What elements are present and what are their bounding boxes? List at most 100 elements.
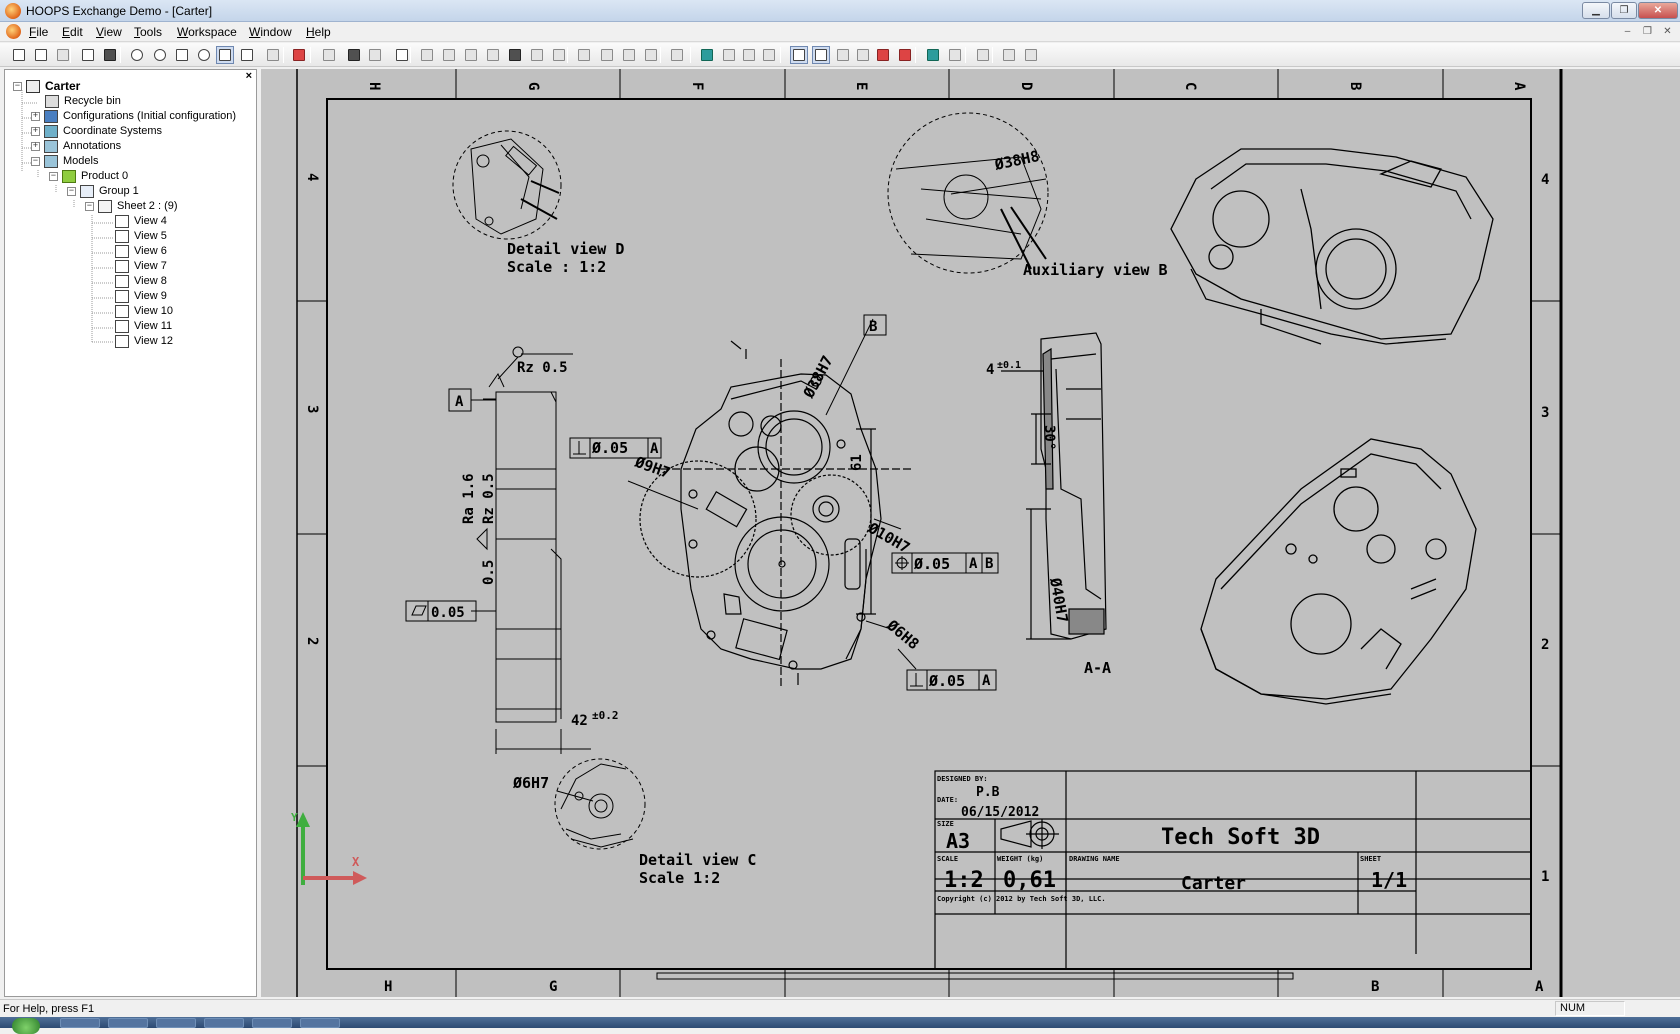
- toolbar-button-icon[interactable]: [550, 46, 568, 64]
- toolbar-button-icon[interactable]: [128, 46, 146, 64]
- menu-workspace[interactable]: Workspace: [177, 25, 237, 39]
- zone-right-2: 2: [1541, 637, 1549, 653]
- toolbar-button-icon[interactable]: [620, 46, 638, 64]
- menu-file[interactable]: File: [29, 25, 48, 39]
- toolbar-button-icon[interactable]: [854, 46, 872, 64]
- tree-item-view-7[interactable]: View 7: [115, 258, 167, 274]
- toolbar-button-icon[interactable]: [10, 46, 28, 64]
- toolbar-button-icon[interactable]: [924, 46, 942, 64]
- collapse-icon[interactable]: −: [13, 81, 22, 91]
- taskbar-item[interactable]: [252, 1018, 292, 1028]
- tree-item-view-6[interactable]: View 6: [115, 243, 167, 259]
- toolbar-button-icon[interactable]: [440, 46, 458, 64]
- mdi-close-button[interactable]: ✕: [1660, 25, 1675, 39]
- perp005b-tol: Ø.05: [928, 672, 965, 690]
- minimize-button[interactable]: ▁: [1582, 2, 1610, 19]
- toolbar-glyph-icon: [977, 49, 989, 61]
- mdi-restore-button[interactable]: ❐: [1640, 25, 1655, 39]
- toolbar-button-icon[interactable]: [575, 46, 593, 64]
- toolbar-button-icon[interactable]: [393, 46, 411, 64]
- mdi-minimize-button[interactable]: –: [1620, 25, 1635, 39]
- taskbar-item[interactable]: [60, 1018, 100, 1028]
- toolbar-button-icon[interactable]: [151, 46, 169, 64]
- collapse-icon[interactable]: −: [67, 186, 76, 196]
- toolbar-button-icon[interactable]: [946, 46, 964, 64]
- expand-icon[interactable]: +: [31, 126, 40, 136]
- toolbar-button-icon[interactable]: [874, 46, 892, 64]
- tree-item-annotations[interactable]: + Annotations: [31, 138, 121, 154]
- menu-edit[interactable]: Edit: [62, 25, 83, 39]
- toolbar-separator: [120, 47, 121, 63]
- start-button[interactable]: [12, 1018, 40, 1034]
- toolbar-button-icon[interactable]: [528, 46, 546, 64]
- toolbar-button-icon[interactable]: [264, 46, 282, 64]
- tree-item-view-10[interactable]: View 10: [115, 303, 173, 319]
- toolbar-button-icon[interactable]: [462, 46, 480, 64]
- tree-item-view-5[interactable]: View 5: [115, 228, 167, 244]
- toolbar-button-icon[interactable]: [216, 46, 234, 64]
- toolbar-button-icon[interactable]: [173, 46, 191, 64]
- toolbar-button-icon[interactable]: [1022, 46, 1040, 64]
- tree-item-view-11[interactable]: View 11: [115, 318, 172, 334]
- expand-icon[interactable]: +: [31, 111, 40, 121]
- toolbar-button-icon[interactable]: [1000, 46, 1018, 64]
- tree-item-configurations[interactable]: + Configurations (Initial configuration): [31, 108, 236, 124]
- toolbar-button-icon[interactable]: [418, 46, 436, 64]
- tree-item-group-1[interactable]: − Group 1: [67, 183, 139, 199]
- close-button[interactable]: ✕: [1638, 2, 1678, 19]
- toolbar-button-icon[interactable]: [101, 46, 119, 64]
- toolbar-button-icon[interactable]: [320, 46, 338, 64]
- toolbar-button-icon[interactable]: [79, 46, 97, 64]
- menu-tools[interactable]: Tools: [134, 25, 162, 39]
- taskbar-item[interactable]: [156, 1018, 196, 1028]
- toolbar-button-icon[interactable]: [598, 46, 616, 64]
- datum-a-label: A: [455, 394, 464, 410]
- toolbar-button-icon[interactable]: [290, 46, 308, 64]
- menu-window[interactable]: Window: [249, 25, 292, 39]
- toolbar-button-icon[interactable]: [345, 46, 363, 64]
- toolbar-button-icon[interactable]: [896, 46, 914, 64]
- tree-item-view-9[interactable]: View 9: [115, 288, 167, 304]
- taskbar-item[interactable]: [204, 1018, 244, 1028]
- toolbar-button-icon[interactable]: [834, 46, 852, 64]
- toolbar-button-icon[interactable]: [484, 46, 502, 64]
- tree-item-coordinate-systems[interactable]: + Coordinate Systems: [31, 123, 162, 139]
- tree-item-models[interactable]: − Models: [31, 153, 98, 169]
- taskbar-item[interactable]: [300, 1018, 340, 1028]
- drawing-viewport[interactable]: H G F E D C B A H G B A 4 3 2 4 3 2 1 De…: [261, 69, 1680, 997]
- toolbar-button-icon[interactable]: [668, 46, 686, 64]
- toolbar-glyph-icon: [348, 49, 360, 61]
- tree-node-label: Sheet 2 : (9): [117, 200, 178, 212]
- tree-item-recycle-bin[interactable]: Recycle bin: [45, 93, 121, 109]
- document-icon[interactable]: [6, 24, 21, 39]
- tree-item-carter[interactable]: − Carter: [13, 78, 80, 94]
- drawing-canvas[interactable]: H G F E D C B A H G B A 4 3 2 4 3 2 1 De…: [261, 69, 1680, 997]
- expand-icon[interactable]: +: [31, 141, 40, 151]
- collapse-icon[interactable]: −: [31, 156, 40, 166]
- toolbar-button-icon[interactable]: [790, 46, 808, 64]
- toolbar-button-icon[interactable]: [720, 46, 738, 64]
- toolbar-button-icon[interactable]: [760, 46, 778, 64]
- tree-item-product-0[interactable]: − Product 0: [49, 168, 128, 184]
- menu-view[interactable]: View: [96, 25, 122, 39]
- toolbar-button-icon[interactable]: [32, 46, 50, 64]
- tree-item-view-12[interactable]: View 12: [115, 333, 173, 349]
- tree-item-sheet-2[interactable]: − Sheet 2 : (9): [85, 198, 178, 214]
- toolbar-button-icon[interactable]: [506, 46, 524, 64]
- toolbar-button-icon[interactable]: [642, 46, 660, 64]
- tree-item-view-8[interactable]: View 8: [115, 273, 167, 289]
- menu-help[interactable]: Help: [306, 25, 331, 39]
- collapse-icon[interactable]: −: [85, 201, 94, 211]
- toolbar-button-icon[interactable]: [974, 46, 992, 64]
- tree-item-view-4[interactable]: View 4: [115, 213, 167, 229]
- taskbar-item[interactable]: [108, 1018, 148, 1028]
- toolbar-button-icon[interactable]: [698, 46, 716, 64]
- toolbar-button-icon[interactable]: [740, 46, 758, 64]
- toolbar-button-icon[interactable]: [812, 46, 830, 64]
- toolbar-button-icon[interactable]: [238, 46, 256, 64]
- toolbar-button-icon[interactable]: [366, 46, 384, 64]
- collapse-icon[interactable]: −: [49, 171, 58, 181]
- toolbar-separator: [410, 47, 411, 63]
- maximize-button[interactable]: ❐: [1611, 2, 1637, 19]
- toolbar-button-icon[interactable]: [195, 46, 213, 64]
